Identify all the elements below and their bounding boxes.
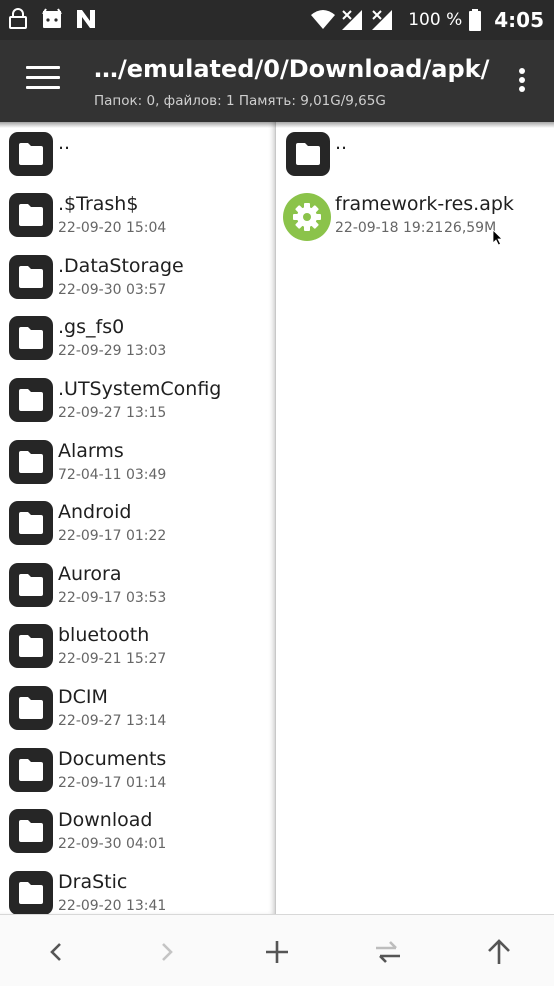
list-item-parent[interactable]: .. bbox=[277, 132, 554, 193]
list-item[interactable]: .UTSystemConfig 22-09-27 13:15 bbox=[0, 378, 275, 439]
item-date: 22-09-17 01:22 bbox=[58, 528, 167, 544]
item-name: DraStic bbox=[58, 871, 128, 893]
folder-summary: Папок: 0, файлов: 1 Память: 9,01G/9,65G bbox=[94, 93, 386, 109]
signal-icon bbox=[340, 8, 364, 32]
folder-icon bbox=[9, 440, 53, 484]
list-item[interactable]: Aurora 22-09-17 03:53 bbox=[0, 563, 275, 624]
item-name: .$Trash$ bbox=[58, 193, 139, 215]
folder-icon bbox=[9, 809, 53, 853]
list-item[interactable]: .gs_fs0 22-09-29 13:03 bbox=[0, 316, 275, 377]
battery-percent: 100 % bbox=[408, 10, 463, 30]
item-name: .DataStorage bbox=[58, 255, 184, 277]
list-item[interactable]: Download 22-09-30 04:01 bbox=[0, 809, 275, 870]
wifi-icon bbox=[310, 8, 336, 32]
folder-icon bbox=[286, 132, 330, 176]
arrow-up-icon[interactable] bbox=[484, 937, 514, 967]
list-item[interactable]: .$Trash$ 22-09-20 15:04 bbox=[0, 193, 275, 254]
list-item[interactable]: DraStic 22-09-20 13:41 bbox=[0, 871, 275, 914]
right-pane[interactable]: .. framework-res.apk 22-09-18 19:21 26,5… bbox=[277, 122, 554, 914]
clock: 4:05 bbox=[494, 8, 544, 32]
list-item[interactable]: DCIM 22-09-27 13:14 bbox=[0, 686, 275, 747]
battery-icon bbox=[468, 8, 482, 32]
item-date: 22-09-18 19:21 bbox=[335, 220, 444, 236]
item-name: .. bbox=[58, 132, 71, 154]
folder-icon bbox=[9, 748, 53, 792]
list-item[interactable]: Android 22-09-17 01:22 bbox=[0, 501, 275, 562]
list-item[interactable]: Alarms 72-04-11 03:49 bbox=[0, 440, 275, 501]
item-date: 22-09-30 03:57 bbox=[58, 282, 167, 298]
item-name: bluetooth bbox=[58, 624, 150, 646]
item-date: 22-09-17 01:14 bbox=[58, 775, 167, 791]
lock-icon bbox=[6, 7, 30, 31]
folder-icon bbox=[9, 378, 53, 422]
item-date: 22-09-27 13:14 bbox=[58, 713, 167, 729]
item-date: 22-09-21 15:27 bbox=[58, 651, 167, 667]
file-item[interactable]: framework-res.apk 22-09-18 19:21 26,59M bbox=[277, 193, 554, 254]
forward-icon[interactable] bbox=[152, 937, 182, 967]
item-name: Aurora bbox=[58, 563, 122, 585]
item-name: framework-res.apk bbox=[335, 193, 514, 215]
item-date: 22-09-29 13:03 bbox=[58, 343, 167, 359]
item-name: Documents bbox=[58, 748, 167, 770]
item-date: 22-09-20 13:41 bbox=[58, 898, 167, 914]
item-name: Alarms bbox=[58, 440, 124, 462]
item-date: 72-04-11 03:49 bbox=[58, 467, 167, 483]
gear-icon bbox=[283, 193, 331, 241]
item-date: 22-09-30 04:01 bbox=[58, 836, 167, 852]
swap-panes-icon[interactable] bbox=[372, 937, 402, 967]
list-item-parent[interactable]: .. bbox=[0, 132, 275, 193]
mouse-cursor-icon bbox=[492, 229, 505, 246]
app-bar: …/emulated/0/Download/apk/ Папок: 0, фай… bbox=[0, 40, 554, 122]
signal-icon bbox=[370, 8, 394, 32]
folder-icon bbox=[9, 255, 53, 299]
list-item[interactable]: .DataStorage 22-09-30 03:57 bbox=[0, 255, 275, 316]
item-date: 22-09-27 13:15 bbox=[58, 405, 167, 421]
list-item[interactable]: Documents 22-09-17 01:14 bbox=[0, 748, 275, 809]
item-name: Android bbox=[58, 501, 132, 523]
item-date: 22-09-20 15:04 bbox=[58, 220, 167, 236]
back-icon[interactable] bbox=[41, 937, 71, 967]
item-date: 22-09-17 03:53 bbox=[58, 590, 167, 606]
list-item[interactable]: bluetooth 22-09-21 15:27 bbox=[0, 624, 275, 685]
folder-icon bbox=[9, 563, 53, 607]
item-name: Download bbox=[58, 809, 153, 831]
android-icon bbox=[40, 7, 64, 31]
add-icon[interactable] bbox=[262, 937, 292, 967]
folder-icon bbox=[9, 501, 53, 545]
folder-icon bbox=[9, 871, 53, 914]
folder-icon bbox=[9, 132, 53, 176]
current-path: …/emulated/0/Download/apk/ bbox=[94, 55, 490, 83]
item-name: .UTSystemConfig bbox=[58, 378, 222, 400]
folder-icon bbox=[9, 686, 53, 730]
left-pane[interactable]: .. .$Trash$ 22-09-20 15:04 .DataStorage … bbox=[0, 122, 276, 914]
n-icon bbox=[74, 7, 98, 31]
hamburger-menu-icon[interactable] bbox=[26, 66, 60, 94]
folder-icon bbox=[9, 193, 53, 237]
item-name: .. bbox=[335, 132, 348, 154]
item-size: 26,59M bbox=[444, 220, 497, 236]
status-bar: 100 % 4:05 bbox=[0, 0, 554, 40]
item-name: .gs_fs0 bbox=[58, 316, 125, 338]
overflow-menu-icon[interactable] bbox=[518, 68, 526, 96]
folder-icon bbox=[9, 624, 53, 668]
bottom-toolbar bbox=[0, 914, 554, 986]
item-name: DCIM bbox=[58, 686, 108, 708]
folder-icon bbox=[9, 316, 53, 360]
